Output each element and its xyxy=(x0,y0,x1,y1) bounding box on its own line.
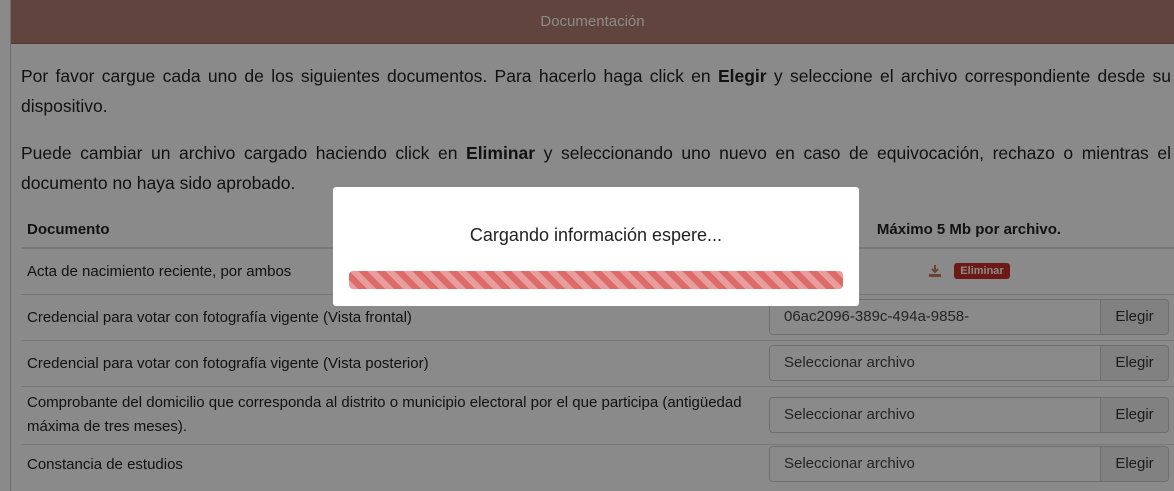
loading-message: Cargando información espere... xyxy=(469,225,723,245)
page: Documentación Por favor cargue cada uno … xyxy=(0,0,1174,491)
progress-bar-track xyxy=(349,271,843,289)
loading-modal: Cargando información espere... xyxy=(333,187,859,306)
progress-bar xyxy=(349,271,843,289)
